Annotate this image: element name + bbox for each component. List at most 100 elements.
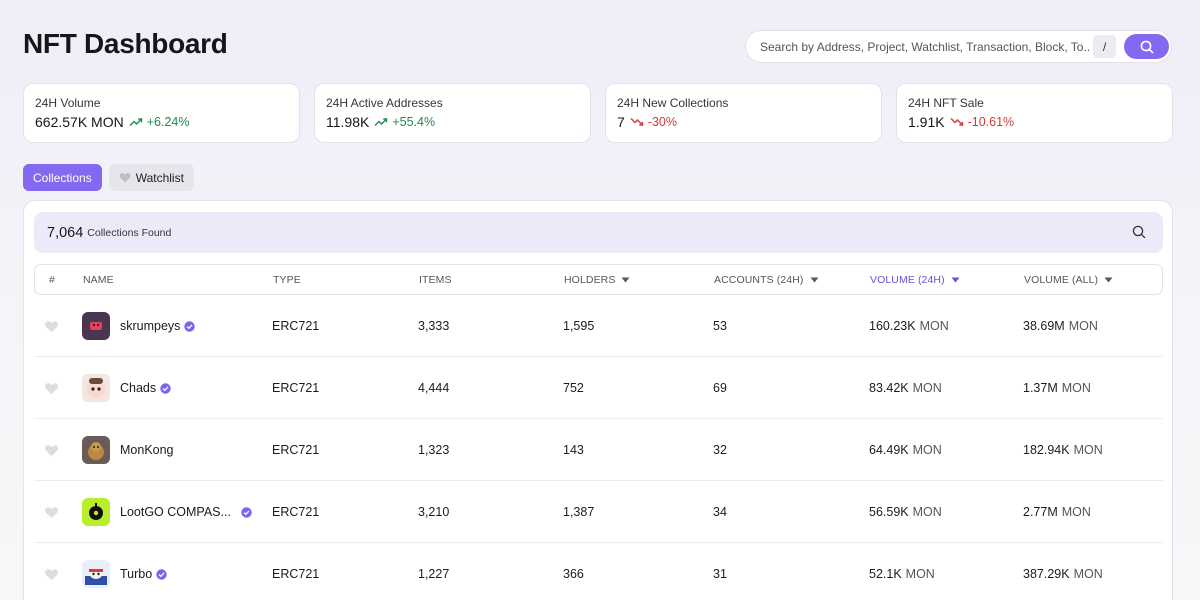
collection-accounts: 34 bbox=[713, 505, 727, 519]
collection-avatar bbox=[82, 498, 110, 526]
collection-holders: 1,387 bbox=[563, 505, 595, 519]
stat-label: 24H Volume bbox=[35, 96, 101, 110]
heart-icon bbox=[45, 382, 58, 394]
search-input[interactable] bbox=[760, 39, 1090, 54]
table-row[interactable]: Turbo ERC721 1,227 366 31 52.1K MON 387.2… bbox=[34, 543, 1163, 600]
trend-down-icon bbox=[630, 117, 644, 127]
stat-label: 24H NFT Sale bbox=[908, 96, 984, 110]
tab-collections[interactable]: Collections bbox=[23, 164, 102, 191]
column-volume-24h: VOLUME (24H) bbox=[870, 273, 945, 286]
collection-items: 4,444 bbox=[418, 381, 450, 395]
table-row[interactable]: MonKong ERC721 1,323 143 32 64.49K MON 18… bbox=[34, 419, 1163, 481]
collection-name-cell[interactable]: Chads bbox=[120, 357, 171, 419]
collection-name: Chads bbox=[120, 381, 157, 395]
collection-name-cell[interactable]: LootGO COMPAS... bbox=[120, 481, 252, 543]
collection-name-cell[interactable]: MonKong bbox=[120, 419, 174, 481]
stat-value: 11.98K bbox=[326, 114, 370, 130]
heart-icon bbox=[45, 444, 58, 456]
collection-holders: 366 bbox=[563, 567, 584, 581]
page-title: NFT Dashboard bbox=[23, 28, 228, 59]
verified-badge-icon bbox=[184, 320, 196, 332]
favorite-button[interactable] bbox=[44, 295, 59, 357]
search-button[interactable] bbox=[1124, 34, 1169, 59]
volume-unit: MON bbox=[912, 443, 942, 457]
column-items: ITEMS bbox=[419, 273, 452, 286]
collection-accounts: 69 bbox=[713, 381, 727, 395]
volume-24h-value: 160.23K bbox=[869, 319, 916, 333]
volume-unit: MON bbox=[1073, 567, 1103, 581]
collection-name-cell[interactable]: skrumpeys bbox=[120, 295, 196, 357]
table-row[interactable]: skrumpeys ERC721 3,333 1,595 53 160.23K M… bbox=[34, 295, 1163, 357]
stat-value: 7 bbox=[617, 114, 625, 130]
collection-name: MonKong bbox=[120, 443, 174, 457]
stat-change: -10.61% bbox=[967, 115, 1015, 129]
volume-all-value: 387.29K bbox=[1023, 567, 1070, 581]
column-volume-all-sort[interactable]: VOLUME (ALL) bbox=[1024, 265, 1113, 294]
collection-volume-all: 38.69M MON bbox=[1023, 295, 1098, 357]
column-accounts-sort[interactable]: ACCOUNTS (24H) bbox=[714, 265, 819, 294]
volume-unit: MON bbox=[919, 319, 949, 333]
collection-type: ERC721 bbox=[272, 319, 320, 333]
collection-type: ERC721 bbox=[272, 381, 320, 395]
collection-holders: 1,595 bbox=[563, 319, 595, 333]
search-icon bbox=[1140, 40, 1153, 53]
collection-accounts: 31 bbox=[713, 567, 727, 581]
stat-label: 24H Active Addresses bbox=[326, 96, 443, 110]
collection-items: 1,227 bbox=[418, 567, 450, 581]
heart-icon bbox=[119, 173, 131, 183]
sort-caret-icon bbox=[1104, 277, 1113, 283]
column-holders-sort[interactable]: HOLDERS bbox=[564, 265, 630, 294]
stat-change: +55.4% bbox=[392, 115, 436, 129]
collection-volume-24h: 64.49K MON bbox=[869, 419, 942, 481]
table-row[interactable]: Chads ERC721 4,444 752 69 83.42K MON 1.37… bbox=[34, 357, 1163, 419]
tab-bar: Collections Watchlist bbox=[23, 164, 194, 191]
stat-label: 24H New Collections bbox=[617, 96, 729, 110]
column-volume-24h-sort[interactable]: VOLUME (24H) bbox=[870, 265, 960, 294]
trend-up-icon bbox=[374, 117, 388, 127]
verified-badge-icon bbox=[156, 568, 167, 580]
collection-items: 3,333 bbox=[418, 319, 450, 333]
trend-up-icon bbox=[129, 117, 143, 127]
favorite-button[interactable] bbox=[44, 357, 59, 419]
favorite-button[interactable] bbox=[44, 481, 59, 543]
collections-count: 7,064 bbox=[47, 224, 84, 241]
collection-name: Turbo bbox=[120, 567, 153, 581]
collection-items: 1,323 bbox=[418, 443, 450, 457]
table-row[interactable]: LootGO COMPAS... ERC721 3,210 1,387 34 5… bbox=[34, 481, 1163, 543]
tab-watchlist-label: Watchlist bbox=[135, 170, 184, 185]
verified-badge-icon bbox=[241, 506, 252, 518]
collection-name: skrumpeys bbox=[120, 319, 181, 333]
collection-volume-all: 387.29K MON bbox=[1023, 543, 1103, 600]
table-header: # NAME TYPE ITEMS HOLDERS ACCOUNTS (24H)… bbox=[34, 264, 1163, 295]
collection-avatar bbox=[82, 312, 110, 340]
column-name: NAME bbox=[83, 273, 114, 286]
tab-watchlist[interactable]: Watchlist bbox=[108, 164, 194, 191]
column-index: # bbox=[49, 273, 55, 286]
stat-card-24h-new-collections: 24H New Collections 7 -30% bbox=[605, 83, 882, 143]
volume-unit: MON bbox=[1073, 443, 1103, 457]
favorite-button[interactable] bbox=[44, 543, 59, 600]
collection-volume-24h: 83.42K MON bbox=[869, 357, 942, 419]
collection-avatar bbox=[82, 374, 110, 402]
collection-volume-all: 1.37M MON bbox=[1023, 357, 1091, 419]
column-volume-all: VOLUME (ALL) bbox=[1024, 273, 1099, 286]
collection-volume-24h: 160.23K MON bbox=[869, 295, 949, 357]
collection-volume-all: 2.77M MON bbox=[1023, 481, 1091, 543]
volume-24h-value: 83.42K bbox=[869, 381, 909, 395]
trend-down-icon bbox=[950, 117, 964, 127]
global-search[interactable]: / bbox=[745, 30, 1172, 63]
collection-name: LootGO COMPAS... bbox=[120, 505, 231, 519]
collection-volume-24h: 56.59K MON bbox=[869, 481, 942, 543]
collection-avatar bbox=[82, 560, 110, 588]
collection-avatar bbox=[82, 436, 110, 464]
volume-unit: MON bbox=[1068, 319, 1098, 333]
collection-name-cell[interactable]: Turbo bbox=[120, 543, 167, 600]
favorite-button[interactable] bbox=[44, 419, 59, 481]
collection-holders: 752 bbox=[563, 381, 584, 395]
volume-24h-value: 64.49K bbox=[869, 443, 909, 457]
column-accounts: ACCOUNTS (24H) bbox=[714, 273, 804, 286]
filter-search-button[interactable] bbox=[1132, 225, 1146, 244]
verified-badge-icon bbox=[160, 382, 171, 394]
heart-icon bbox=[45, 506, 58, 518]
volume-all-value: 2.77M bbox=[1023, 505, 1058, 519]
